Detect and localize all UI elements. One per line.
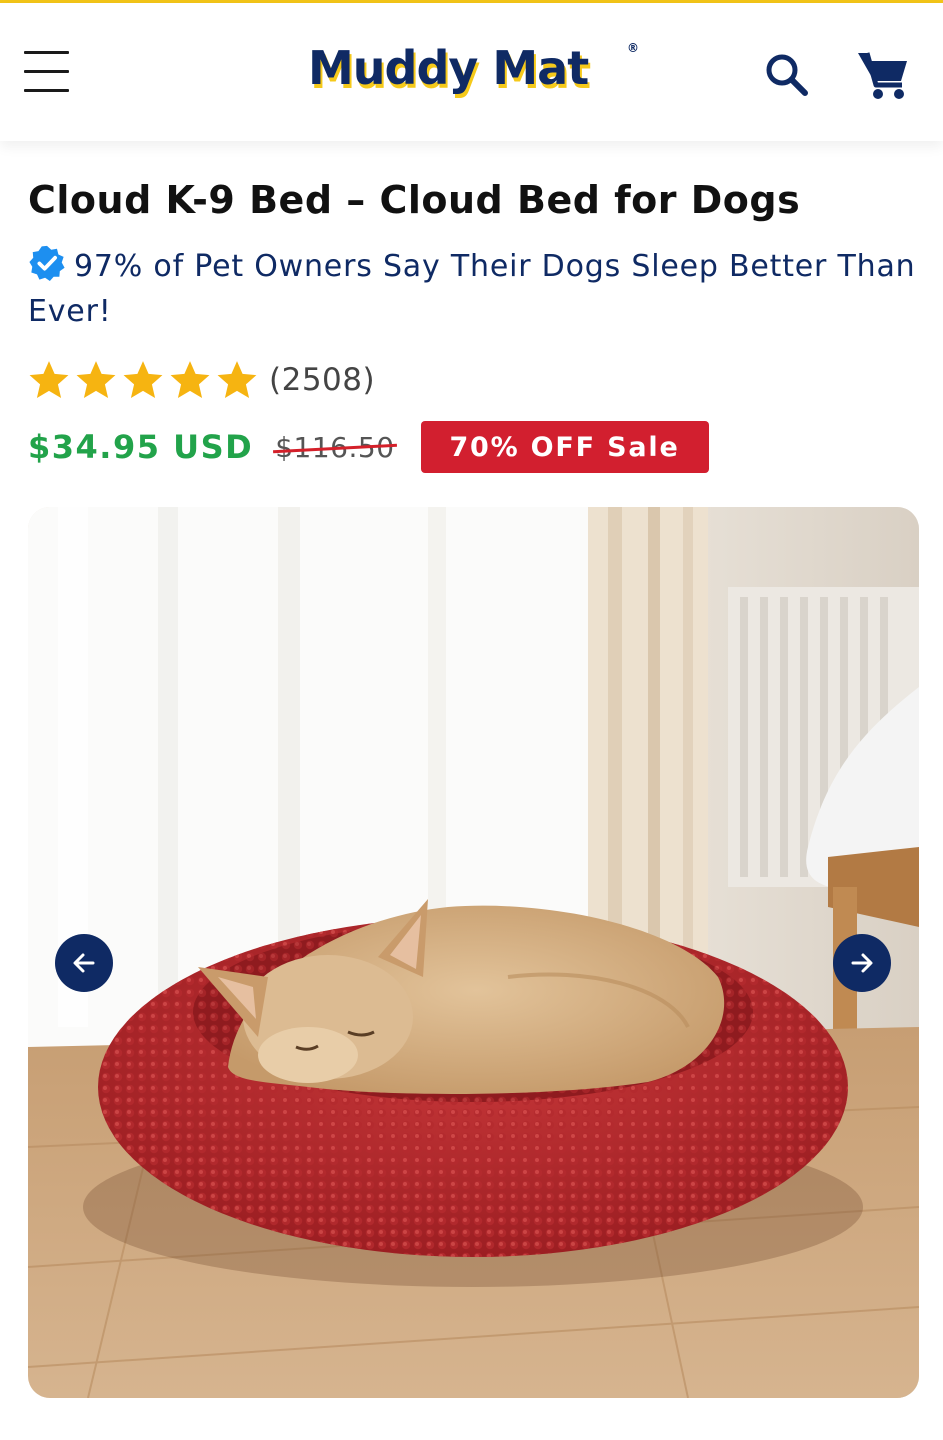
compare-at-price: $116.50 [273,431,398,464]
gallery-next-button[interactable] [833,934,891,992]
gallery-prev-button[interactable] [55,934,113,992]
site-header: Muddy Mat ® [0,3,943,141]
logo-registered-mark: ® [627,41,639,55]
star-icon [123,361,163,399]
star-rating[interactable]: (2508) [28,358,375,402]
verified-badge-icon [29,245,65,282]
review-count[interactable]: (2508) [269,362,375,398]
price-row: $34.95 USD $116.50 70% OFF Sale [28,420,709,474]
star-icon [76,361,116,399]
brand-logo[interactable]: Muddy Mat ® [308,41,648,107]
star-icon [170,361,210,399]
product-tagline: 97% of Pet Owners Say Their Dogs Sleep B… [28,244,923,334]
arrow-left-icon [73,953,95,973]
arrow-right-icon [851,953,873,973]
product-image [28,507,919,1398]
star-icon [29,361,69,399]
star-icon [217,361,257,399]
product-title: Cloud K-9 Bed – Cloud Bed for Dogs [28,178,801,222]
sale-badge: 70% OFF Sale [420,421,709,473]
sale-price: $34.95 USD [28,428,254,466]
hamburger-menu-icon[interactable] [24,51,70,93]
logo-text: Muddy Mat [308,41,589,95]
product-image-gallery[interactable] [28,507,919,1398]
tagline-text: 97% of Pet Owners Say Their Dogs Sleep B… [28,249,916,329]
search-icon[interactable] [762,51,810,99]
cart-icon[interactable] [855,47,911,103]
